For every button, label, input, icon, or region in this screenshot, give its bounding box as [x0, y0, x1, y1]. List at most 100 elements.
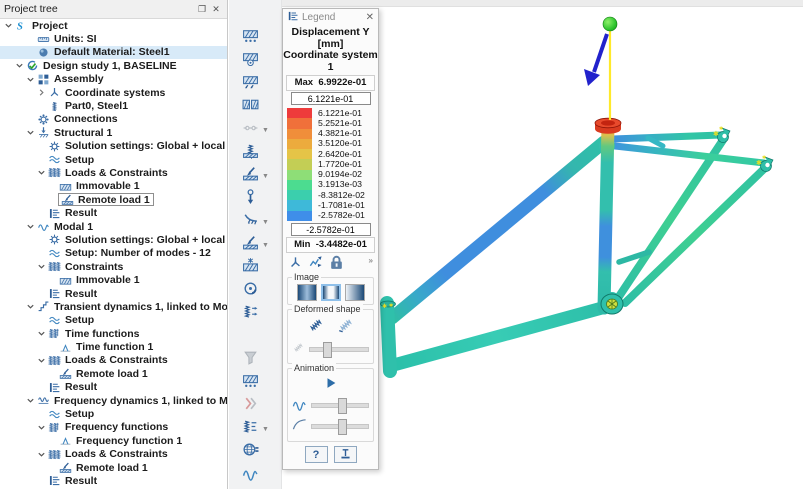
- pressure-load-button[interactable]: [229, 95, 281, 118]
- dropdown-arrow-icon[interactable]: ▼: [262, 426, 269, 433]
- chevron-down-icon[interactable]: [25, 301, 36, 312]
- tree-item-frequency-function-1[interactable]: Frequency function 1: [0, 434, 227, 447]
- tree-item-default-material-steel1[interactable]: Default Material: Steel1: [0, 46, 227, 59]
- tree-item-time-function-1[interactable]: Time function 1: [0, 340, 227, 353]
- sliding-constraint-button[interactable]: [229, 26, 281, 49]
- chevron-spacer: [47, 435, 58, 446]
- animation-amplitude-slider[interactable]: [311, 424, 369, 429]
- play-button[interactable]: [324, 382, 338, 393]
- remote-load-button[interactable]: ▼: [229, 164, 281, 187]
- chevron-down-icon[interactable]: [3, 20, 14, 31]
- tree-item-assembly[interactable]: Assembly: [0, 73, 227, 86]
- tree-item-coordinate-systems[interactable]: Coordinate systems: [0, 86, 227, 99]
- spring-connector-button[interactable]: [229, 302, 281, 325]
- chevron-down-icon[interactable]: [25, 221, 36, 232]
- tree-item-time-functions[interactable]: Time functions: [0, 327, 227, 340]
- image-style-light-selected[interactable]: [321, 284, 341, 301]
- tree-item-result[interactable]: Result: [0, 287, 227, 300]
- dropdown-arrow-icon[interactable]: ▼: [262, 219, 269, 226]
- tree-item-frequency-dynamics-1-linked-to-modal-1[interactable]: Frequency dynamics 1, linked to Modal 1: [0, 394, 227, 407]
- chevron-down-icon[interactable]: [36, 167, 47, 178]
- spring-connector-icon: [242, 303, 259, 325]
- tree-item-setup-number-of-modes-12[interactable]: Setup: Number of modes - 12: [0, 247, 227, 260]
- deformed-scale-slider[interactable]: [309, 347, 369, 352]
- legend-close-icon[interactable]: ✕: [366, 12, 374, 23]
- probe-graph-icon[interactable]: [308, 255, 323, 273]
- chevron-down-icon[interactable]: [36, 261, 47, 272]
- tree-item-loads-constraints[interactable]: Loads & Constraints: [0, 448, 227, 461]
- tree-item-project[interactable]: SProject: [0, 19, 227, 32]
- export-image-button[interactable]: [334, 446, 357, 463]
- tree-item-units-si[interactable]: Units: SI: [0, 32, 227, 45]
- material-database-button[interactable]: [229, 440, 281, 463]
- upper-bound-input[interactable]: [291, 92, 371, 105]
- response-graph-button[interactable]: [229, 463, 281, 486]
- scale-band-3: [287, 139, 312, 149]
- tree-item-label: Loads & Constraints: [65, 354, 168, 366]
- tree-item-structural-1[interactable]: Structural 1: [0, 126, 227, 139]
- tree-item-solution-settings-global-local[interactable]: Solution settings: Global + local: [0, 233, 227, 246]
- tree-item-design-study-1-baseline[interactable]: Design study 1, BASELINE: [0, 59, 227, 72]
- image-style-dark[interactable]: [297, 284, 317, 301]
- deformed-shape-icon[interactable]: [307, 316, 325, 337]
- mesh-refinement-button[interactable]: [229, 371, 281, 394]
- chevron-down-icon[interactable]: [36, 449, 47, 460]
- chevron-down-icon[interactable]: [25, 395, 36, 406]
- tree-item-modal-1[interactable]: Modal 1: [0, 220, 227, 233]
- chevron-spacer: [25, 47, 36, 58]
- tree-item-result[interactable]: Result: [0, 474, 227, 487]
- tree-item-transient-dynamics-1-linked-to-modal-1[interactable]: Transient dynamics 1, linked to Modal 1: [0, 300, 227, 313]
- tree-item-result[interactable]: Result: [0, 206, 227, 219]
- tree-item-connections[interactable]: Connections: [0, 113, 227, 126]
- chevron-down-icon[interactable]: [14, 60, 25, 71]
- tree-item-result[interactable]: Result: [0, 381, 227, 394]
- tree-item-loads-constraints[interactable]: Loads & Constraints: [0, 354, 227, 367]
- tree-item-solution-settings-global-local[interactable]: Solution settings: Global + local: [0, 140, 227, 153]
- tree-item-label: Project: [32, 20, 68, 32]
- dropdown-arrow-icon[interactable]: ▼: [262, 173, 269, 180]
- tree-item-constraints[interactable]: Constraints: [0, 260, 227, 273]
- rigid-wall-button[interactable]: [229, 325, 281, 348]
- chevron-down-icon[interactable]: [25, 74, 36, 85]
- tree-item-part0-steel1[interactable]: Part0, Steel1: [0, 99, 227, 112]
- animation-speed-slider[interactable]: [311, 403, 369, 408]
- tree-item-setup[interactable]: Setup: [0, 314, 227, 327]
- tree-item-remote-load-1[interactable]: Remote load 1: [0, 193, 227, 206]
- rotational-speed-button[interactable]: [229, 279, 281, 302]
- tree-item-immovable-1[interactable]: Immovable 1: [0, 180, 227, 193]
- dropdown-arrow-icon[interactable]: ▼: [262, 127, 269, 134]
- coordinate-triad-icon[interactable]: [288, 255, 303, 273]
- overflow-chevrons-icon[interactable]: »: [369, 256, 373, 265]
- chevron-down-icon[interactable]: [36, 328, 47, 339]
- immovable-constraint-button[interactable]: [229, 3, 281, 26]
- thermal-load-button[interactable]: [229, 256, 281, 279]
- hinge-constraint-button[interactable]: [229, 49, 281, 72]
- lower-bound-input[interactable]: [291, 223, 371, 236]
- chevron-down-icon[interactable]: [36, 422, 47, 433]
- result-functions-button[interactable]: ▼: [229, 417, 281, 440]
- close-panel-button[interactable]: ✕: [209, 4, 223, 15]
- chevron-down-icon[interactable]: [25, 127, 36, 138]
- force-load-button[interactable]: [229, 72, 281, 95]
- bearing-load-button[interactable]: ▼: [229, 210, 281, 233]
- scale-band-5: [287, 159, 312, 169]
- lock-icon[interactable]: [328, 254, 345, 274]
- deformed-overlay-icon[interactable]: [337, 316, 355, 337]
- tree-item-immovable-1[interactable]: Immovable 1: [0, 273, 227, 286]
- spring-support-button[interactable]: [229, 141, 281, 164]
- tree-item-frequency-functions[interactable]: Frequency functions: [0, 421, 227, 434]
- float-window-button[interactable]: ❐: [195, 4, 209, 15]
- chevron-right-icon[interactable]: [36, 87, 47, 98]
- tree-item-setup[interactable]: Setup: [0, 153, 227, 166]
- distributed-load-button[interactable]: ▼: [229, 233, 281, 256]
- chevron-spacer: [36, 248, 47, 259]
- chevron-down-icon[interactable]: [36, 355, 47, 366]
- tree-item-remote-load-1[interactable]: Remote load 1: [0, 367, 227, 380]
- tree-item-setup[interactable]: Setup: [0, 407, 227, 420]
- tree-item-loads-constraints[interactable]: Loads & Constraints: [0, 166, 227, 179]
- tree-item-remote-load-1[interactable]: Remote load 1: [0, 461, 227, 474]
- gravity-load-button[interactable]: [229, 187, 281, 210]
- dropdown-arrow-icon[interactable]: ▼: [262, 242, 269, 249]
- help-button[interactable]: ?: [305, 446, 328, 463]
- image-style-gradient[interactable]: [345, 284, 365, 301]
